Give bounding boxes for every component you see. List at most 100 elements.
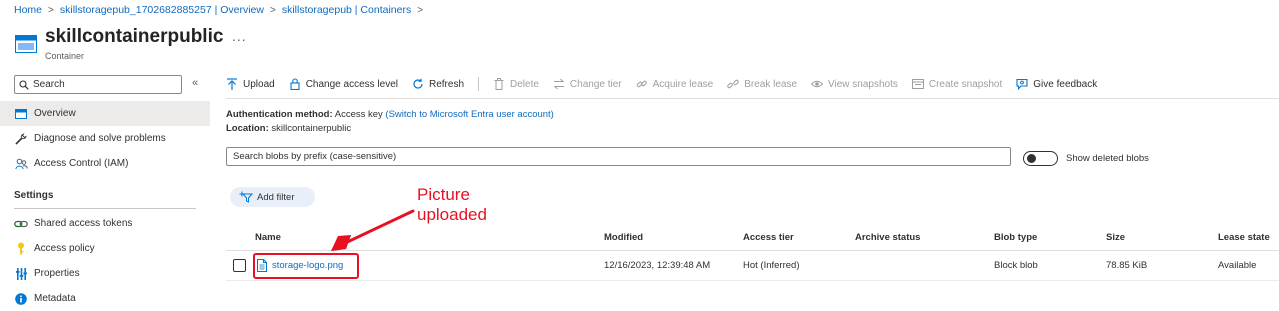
cell-access-tier: Hot (Inferred) bbox=[743, 260, 800, 271]
change-tier-button[interactable]: Change tier bbox=[553, 78, 622, 90]
cell-modified: 12/16/2023, 12:39:48 AM bbox=[604, 260, 711, 271]
overview-icon bbox=[14, 107, 28, 121]
breadcrumb-home[interactable]: Home bbox=[14, 4, 42, 16]
change-access-level-label: Change access level bbox=[305, 78, 398, 90]
link-icon bbox=[14, 217, 28, 231]
sidebar-item-label: Shared access tokens bbox=[34, 218, 133, 229]
view-snapshots-label: View snapshots bbox=[828, 78, 898, 90]
switch-to-entra-link[interactable]: (Switch to Microsoft Entra user account) bbox=[385, 109, 553, 120]
sidebar-item-metadata[interactable]: Metadata bbox=[0, 286, 210, 311]
sidebar-search-input[interactable] bbox=[33, 79, 173, 90]
acquire-lease-label: Acquire lease bbox=[652, 78, 714, 90]
trash-icon bbox=[494, 78, 504, 90]
column-header-size[interactable]: Size bbox=[1106, 232, 1125, 243]
page-title: skillcontainerpublic bbox=[45, 26, 224, 47]
auth-method: Authentication method: Access key (Switc… bbox=[226, 109, 554, 120]
break-lease-label: Break lease bbox=[744, 78, 798, 90]
location-info: Location: skillcontainerpublic bbox=[226, 123, 351, 134]
sidebar-search[interactable] bbox=[14, 75, 182, 94]
auth-method-label: Authentication method: bbox=[226, 109, 333, 120]
sidebar-item-label: Overview bbox=[34, 108, 76, 119]
refresh-label: Refresh bbox=[428, 78, 464, 90]
search-icon bbox=[19, 79, 29, 90]
annotation-arrow bbox=[331, 209, 415, 251]
create-snapshot-label: Create snapshot bbox=[928, 78, 1003, 90]
auth-method-value: Access key bbox=[334, 109, 383, 120]
show-deleted-label: Show deleted blobs bbox=[1066, 153, 1149, 164]
breadcrumb-separator: > bbox=[269, 4, 276, 16]
toolbar-divider-line bbox=[226, 98, 1279, 99]
give-feedback-button[interactable]: Give feedback bbox=[1016, 78, 1097, 90]
link-lock-icon bbox=[636, 80, 647, 88]
key-icon bbox=[14, 242, 28, 256]
breadcrumb-separator: > bbox=[48, 4, 54, 16]
feedback-icon bbox=[1016, 78, 1028, 90]
cell-size: 78.85 KiB bbox=[1106, 260, 1148, 271]
add-filter-label: Add filter bbox=[257, 191, 295, 203]
breadcrumb: Home > skillstoragepub_1702682885257 | O… bbox=[14, 4, 429, 16]
wrench-icon bbox=[14, 132, 28, 146]
create-snapshot-button[interactable]: Create snapshot bbox=[911, 78, 1003, 90]
sidebar-item-label: Diagnose and solve problems bbox=[34, 133, 166, 144]
breadcrumb-separator: > bbox=[417, 4, 424, 16]
location-value: skillcontainerpublic bbox=[271, 123, 352, 134]
view-snapshots-button[interactable]: View snapshots bbox=[811, 78, 898, 90]
command-bar: Upload Change access level Refresh Delet… bbox=[226, 75, 1111, 93]
sidebar-item-properties[interactable]: Properties bbox=[0, 261, 210, 286]
cell-blob-type: Block blob bbox=[994, 260, 1038, 271]
show-deleted-toggle[interactable] bbox=[1023, 151, 1058, 166]
change-access-level-button[interactable]: Change access level bbox=[289, 78, 398, 90]
cell-lease-state: Available bbox=[1218, 260, 1257, 271]
column-header-modified[interactable]: Modified bbox=[604, 232, 643, 243]
refresh-button[interactable]: Refresh bbox=[412, 78, 464, 90]
eye-icon bbox=[811, 80, 824, 88]
swap-icon bbox=[553, 78, 565, 90]
annotation-text: Picture uploaded bbox=[417, 185, 487, 225]
upload-icon bbox=[227, 78, 237, 90]
sidebar-item-access-control[interactable]: Access Control (IAM) bbox=[0, 151, 210, 176]
delete-label: Delete bbox=[510, 78, 539, 90]
breadcrumb-containers[interactable]: skillstoragepub | Containers bbox=[282, 4, 411, 16]
collapse-sidebar-button[interactable]: « bbox=[192, 77, 198, 89]
column-header-blob-type[interactable]: Blob type bbox=[994, 232, 1037, 243]
page-subtitle: Container bbox=[45, 51, 85, 61]
break-lease-button[interactable]: Break lease bbox=[727, 78, 797, 90]
delete-button[interactable]: Delete bbox=[493, 78, 539, 90]
settings-divider bbox=[14, 208, 196, 209]
give-feedback-label: Give feedback bbox=[1033, 78, 1098, 90]
sidebar-item-label: Access Control (IAM) bbox=[34, 158, 129, 169]
filter-add-icon bbox=[239, 191, 253, 203]
people-icon bbox=[14, 157, 28, 171]
acquire-lease-button[interactable]: Acquire lease bbox=[636, 78, 714, 90]
sidebar-item-diagnose[interactable]: Diagnose and solve problems bbox=[0, 126, 210, 151]
settings-heading: Settings bbox=[14, 190, 54, 201]
blob-search-input[interactable] bbox=[227, 148, 1010, 165]
toolbar-divider bbox=[478, 77, 479, 91]
annotation-line-1: Picture bbox=[417, 185, 470, 204]
container-icon bbox=[15, 35, 37, 53]
more-options-button[interactable]: ... bbox=[232, 28, 247, 44]
sidebar-item-label: Metadata bbox=[34, 293, 76, 304]
broken-link-icon bbox=[727, 79, 739, 89]
sidebar-item-overview[interactable]: Overview bbox=[0, 101, 210, 126]
upload-button[interactable]: Upload bbox=[226, 78, 275, 90]
properties-icon bbox=[14, 267, 28, 281]
blob-search[interactable] bbox=[226, 147, 1011, 166]
info-icon bbox=[14, 292, 28, 306]
column-header-archive-status[interactable]: Archive status bbox=[855, 232, 920, 243]
add-filter-button[interactable]: Add filter bbox=[230, 187, 315, 207]
breadcrumb-storage-overview[interactable]: skillstoragepub_1702682885257 | Overview bbox=[60, 4, 264, 16]
location-label: Location: bbox=[226, 123, 269, 134]
row-checkbox[interactable] bbox=[233, 259, 246, 272]
upload-label: Upload bbox=[243, 78, 275, 90]
column-header-name[interactable]: Name bbox=[255, 232, 281, 243]
sidebar-item-shared-access-tokens[interactable]: Shared access tokens bbox=[0, 211, 210, 236]
column-header-lease-state[interactable]: Lease state bbox=[1218, 232, 1270, 243]
annotation-line-2: uploaded bbox=[417, 205, 487, 224]
toggle-knob bbox=[1027, 154, 1036, 163]
sidebar-item-access-policy[interactable]: Access policy bbox=[0, 236, 210, 261]
refresh-icon bbox=[413, 78, 423, 89]
sidebar-item-label: Properties bbox=[34, 268, 80, 279]
sidebar-item-label: Access policy bbox=[34, 243, 95, 254]
column-header-access-tier[interactable]: Access tier bbox=[743, 232, 794, 243]
